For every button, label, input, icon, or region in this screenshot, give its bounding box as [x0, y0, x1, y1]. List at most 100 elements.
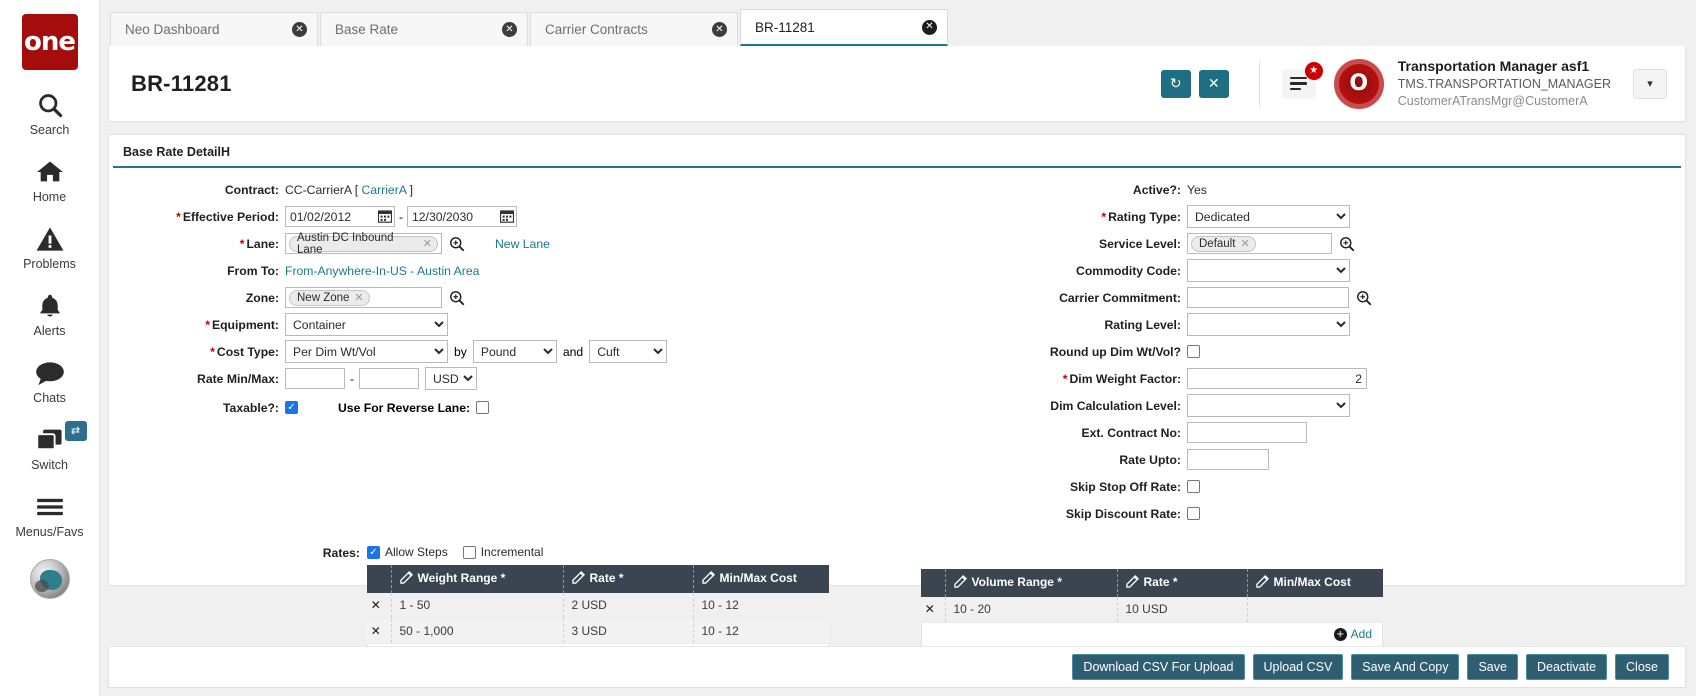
skip-stop-off-checkbox[interactable] [1187, 480, 1200, 493]
from-to-value[interactable]: From-Anywhere-In-US - Austin Area [285, 264, 479, 278]
weight-col-minmax[interactable]: Min/Max Cost [693, 565, 829, 593]
edit-pencil-icon[interactable] [1126, 575, 1139, 591]
volume-table-add-row[interactable]: + Add [921, 623, 1383, 647]
ext-contract-input[interactable] [1187, 422, 1307, 443]
save-and-copy-button[interactable]: Save And Copy [1351, 654, 1459, 680]
user-avatar-globe-icon[interactable] [30, 559, 70, 599]
zone-chip-input[interactable]: New Zone ✕ [285, 287, 442, 308]
round-up-checkbox[interactable] [1187, 345, 1200, 358]
commodity-code-select[interactable] [1187, 259, 1350, 282]
switch-badge-icon[interactable]: ⇄ [65, 421, 87, 441]
rating-level-select[interactable] [1187, 313, 1350, 336]
calendar-icon[interactable] [500, 209, 514, 223]
delete-row-cell[interactable]: ✕ [921, 597, 945, 622]
close-button[interactable]: Close [1615, 654, 1669, 680]
sidebar-item-problems[interactable]: Problems [0, 222, 100, 271]
equipment-select[interactable]: Container [285, 313, 448, 336]
close-icon[interactable]: ✕ [922, 20, 937, 35]
service-level-search-icon[interactable] [1339, 236, 1355, 252]
deactivate-button[interactable]: Deactivate [1526, 654, 1607, 680]
tab-carrier-contracts[interactable]: Carrier Contracts ✕ [530, 12, 738, 46]
tab-br-11281[interactable]: BR-11281 ✕ [740, 9, 948, 46]
field-active: Active?: Yes [897, 178, 1685, 201]
rating-type-select[interactable]: Dedicated [1187, 205, 1350, 228]
save-button[interactable]: Save [1467, 654, 1518, 680]
user-menu-dropdown-button[interactable]: ▾ [1633, 69, 1667, 99]
tab-neo-dashboard[interactable]: Neo Dashboard ✕ [110, 12, 318, 46]
volume-col-minmax[interactable]: Min/Max Cost [1247, 569, 1383, 597]
sidebar-item-switch[interactable]: ⇄ Switch [0, 423, 100, 472]
close-icon[interactable]: ✕ [292, 22, 307, 37]
download-csv-button[interactable]: Download CSV For Upload [1072, 654, 1244, 680]
sidebar-item-alerts[interactable]: Alerts [0, 289, 100, 338]
one-network-logo[interactable]: one [22, 14, 78, 70]
and-unit-select[interactable]: Cuft [589, 340, 667, 363]
rate-upto-input[interactable] [1187, 449, 1269, 470]
incremental-option[interactable]: Incremental [463, 545, 544, 559]
field-dim-weight-factor: *Dim Weight Factor: [897, 367, 1685, 390]
sidebar-item-chats[interactable]: Chats [0, 356, 100, 405]
section-hotkey[interactable]: H [221, 145, 230, 159]
close-icon[interactable]: ✕ [502, 22, 517, 37]
table-row[interactable]: ✕ 1 - 50 2 USD 10 - 12 [367, 593, 829, 618]
from-to-label: From To: [109, 264, 285, 278]
field-taxable-row: Taxable?: ✓ Use For Reverse Lane: [109, 396, 897, 419]
edit-pencil-icon[interactable] [572, 571, 585, 587]
required-marker: * [210, 345, 215, 359]
lane-chip-input[interactable]: Austin DC Inbound Lane ✕ [285, 233, 442, 254]
edit-pencil-icon[interactable] [954, 575, 967, 591]
carrier-a-link[interactable]: CarrierA [362, 183, 407, 197]
taxable-checkbox[interactable]: ✓ [285, 401, 298, 414]
remove-chip-icon[interactable]: ✕ [354, 291, 363, 304]
table-row[interactable]: ✕ 50 - 1,000 3 USD 10 - 12 [367, 618, 829, 643]
carrier-commitment-search-icon[interactable] [1356, 290, 1372, 306]
tab-base-rate[interactable]: Base Rate ✕ [320, 12, 528, 46]
by-unit-select[interactable]: Pound [473, 340, 557, 363]
service-level-chip: Default ✕ [1191, 236, 1256, 252]
delete-row-cell[interactable]: ✕ [367, 618, 391, 643]
refresh-button[interactable]: ↻ [1161, 70, 1191, 98]
dim-calc-level-select[interactable] [1187, 394, 1350, 417]
field-round-up-dim: Round up Dim Wt/Vol? [897, 340, 1685, 363]
delete-row-icon[interactable]: ✕ [371, 598, 381, 612]
close-document-button[interactable]: ✕ [1199, 70, 1229, 98]
new-lane-link[interactable]: New Lane [495, 237, 550, 251]
close-icon[interactable]: ✕ [712, 22, 727, 37]
delete-row-icon[interactable]: ✕ [925, 602, 935, 616]
volume-col-range[interactable]: Volume Range * [945, 569, 1117, 597]
delete-row-icon[interactable]: ✕ [371, 624, 381, 638]
reverse-lane-label: Use For Reverse Lane: [338, 401, 470, 415]
allow-steps-checkbox[interactable]: ✓ [367, 546, 380, 559]
remove-chip-icon[interactable]: ✕ [1240, 237, 1249, 250]
sidebar-item-search[interactable]: Search [0, 88, 100, 137]
edit-pencil-icon[interactable] [1256, 575, 1269, 591]
allow-steps-option[interactable]: ✓ Allow Steps [367, 545, 448, 559]
cost-type-select[interactable]: Per Dim Wt/Vol [285, 340, 448, 363]
weight-col-rate[interactable]: Rate * [563, 565, 693, 593]
sidebar-item-menus-favs[interactable]: Menus/Favs [0, 490, 100, 539]
currency-select[interactable]: USD [425, 367, 477, 390]
calendar-icon[interactable] [378, 209, 392, 223]
incremental-checkbox[interactable] [463, 546, 476, 559]
reverse-lane-checkbox[interactable] [476, 401, 489, 414]
lane-search-icon[interactable] [449, 236, 465, 252]
edit-pencil-icon[interactable] [400, 571, 413, 587]
delete-row-cell[interactable]: ✕ [367, 593, 391, 618]
carrier-commitment-input[interactable] [1187, 287, 1349, 308]
user-brand-avatar[interactable]: O [1334, 59, 1384, 109]
volume-col-rate[interactable]: Rate * [1117, 569, 1247, 597]
skip-discount-checkbox[interactable] [1187, 507, 1200, 520]
notifications-menu-button[interactable]: ★ [1282, 69, 1316, 99]
weight-col-range[interactable]: Weight Range * [391, 565, 563, 593]
remove-chip-icon[interactable]: ✕ [423, 237, 432, 250]
dim-weight-factor-input[interactable] [1187, 368, 1367, 389]
edit-pencil-icon[interactable] [702, 571, 715, 587]
rate-min-input[interactable] [285, 368, 345, 389]
table-row[interactable]: ✕ 10 - 20 10 USD [921, 597, 1383, 622]
service-level-chip-input[interactable]: Default ✕ [1187, 233, 1332, 254]
upload-csv-button[interactable]: Upload CSV [1253, 654, 1344, 680]
rate-max-input[interactable] [359, 368, 419, 389]
add-volume-row-link[interactable]: Add [1351, 627, 1372, 641]
zone-search-icon[interactable] [449, 290, 465, 306]
sidebar-item-home[interactable]: Home [0, 155, 100, 204]
